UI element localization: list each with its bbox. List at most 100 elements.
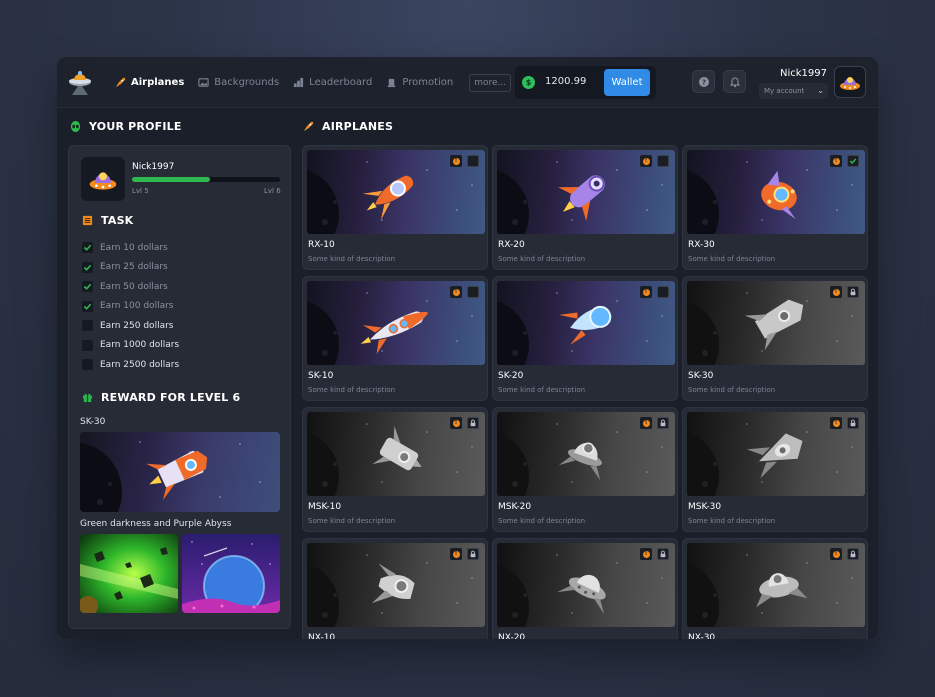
airplane-image: ! bbox=[307, 281, 485, 365]
airplane-card[interactable]: ! SK-20 Some kind of description bbox=[493, 277, 677, 400]
airplane-card[interactable]: ! SK-30 Some kind of description bbox=[683, 277, 867, 400]
task-item: Earn 25 dollars bbox=[82, 258, 179, 278]
airplane-name: NX-20 bbox=[498, 633, 526, 639]
account-dropdown-label: My account bbox=[764, 87, 805, 95]
airplane-name: MSK-10 bbox=[308, 502, 342, 512]
task-label: Earn 10 dollars bbox=[100, 242, 168, 253]
profile-title: YOUR PROFILE bbox=[89, 120, 182, 133]
lock-icon[interactable] bbox=[847, 286, 859, 298]
airplane-description: Some kind of description bbox=[498, 386, 586, 394]
airplane-card[interactable]: !NX-30Some kind of description bbox=[683, 539, 867, 639]
task-item: Earn 1000 dollars bbox=[82, 336, 179, 356]
airplane-description: Some kind of description bbox=[498, 255, 586, 263]
level-progress-fill bbox=[132, 177, 211, 182]
level-next: Lvl 6 bbox=[264, 187, 281, 195]
info-icon[interactable]: ! bbox=[450, 417, 462, 429]
checked-checkbox-icon bbox=[82, 300, 93, 312]
select-checkbox[interactable] bbox=[467, 286, 479, 298]
airplane-card[interactable]: ! RX-10 Some kind of description bbox=[303, 146, 487, 269]
chevron-down-icon: ⌄ bbox=[817, 86, 824, 95]
level-progress-bar bbox=[132, 177, 280, 182]
task-item: Earn 10 dollars bbox=[82, 238, 179, 258]
info-icon[interactable]: ! bbox=[830, 548, 842, 560]
lock-icon[interactable] bbox=[847, 548, 859, 560]
info-icon[interactable]: ! bbox=[640, 548, 652, 560]
airplane-image: ! bbox=[497, 543, 675, 627]
info-icon[interactable]: ! bbox=[830, 286, 842, 298]
avatar[interactable] bbox=[834, 66, 866, 98]
info-icon[interactable]: ! bbox=[450, 548, 462, 560]
checked-checkbox-icon bbox=[82, 261, 93, 273]
task-item: Earn 2500 dollars bbox=[82, 355, 179, 375]
nav-airplanes[interactable]: Airplanes bbox=[115, 77, 184, 88]
bell-icon bbox=[729, 77, 740, 87]
task-section-title: TASK bbox=[82, 214, 133, 227]
airplane-name: NX-10 bbox=[308, 633, 336, 639]
airplane-description: Some kind of description bbox=[498, 517, 586, 525]
info-icon[interactable]: ! bbox=[830, 417, 842, 429]
info-icon[interactable]: ! bbox=[640, 286, 652, 298]
rocket-icon bbox=[303, 121, 314, 132]
nav-airplanes-label: Airplanes bbox=[131, 77, 185, 88]
info-icon[interactable]: ! bbox=[450, 286, 462, 298]
select-checkbox[interactable] bbox=[657, 286, 669, 298]
info-icon[interactable]: ! bbox=[640, 417, 652, 429]
airplane-name: SK-10 bbox=[308, 371, 334, 381]
lock-icon[interactable] bbox=[657, 417, 669, 429]
airplane-grid: ! RX-10 Some kind of description! RX-20 Some… bbox=[302, 145, 868, 639]
ufo-logo-icon[interactable] bbox=[68, 69, 92, 95]
task-title: TASK bbox=[101, 214, 134, 227]
airplane-card[interactable]: ! RX-20 Some kind of description bbox=[493, 146, 677, 269]
selected-check-icon[interactable] bbox=[847, 155, 859, 167]
airplane-image: ! bbox=[687, 281, 865, 365]
info-icon[interactable]: ! bbox=[830, 155, 842, 167]
more-button[interactable]: more... bbox=[469, 73, 512, 92]
task-label: Earn 50 dollars bbox=[100, 281, 168, 292]
checked-checkbox-icon bbox=[82, 281, 93, 293]
airplane-card[interactable]: ! MSK-30 Some kind of description bbox=[683, 408, 867, 531]
reward-airplane-name: SK-30 bbox=[80, 417, 106, 427]
profile-username: Nick1997 bbox=[132, 162, 175, 172]
airplane-image: ! bbox=[687, 543, 865, 627]
help-button[interactable]: ? bbox=[692, 70, 715, 93]
airplane-card[interactable]: ! MSK-20 Some kind of description bbox=[493, 408, 677, 531]
nav-promotion[interactable]: Promotion bbox=[386, 77, 453, 88]
select-checkbox[interactable] bbox=[657, 155, 669, 167]
info-icon[interactable]: ! bbox=[640, 155, 652, 167]
airplane-image: ! bbox=[307, 412, 485, 496]
alien-ship-icon bbox=[840, 77, 860, 90]
lock-icon[interactable] bbox=[847, 417, 859, 429]
lock-icon[interactable] bbox=[657, 548, 669, 560]
airplane-card[interactable]: ! MSK-10 Some kind of description bbox=[303, 408, 487, 531]
megaphone-icon bbox=[388, 78, 396, 88]
nav-backgrounds[interactable]: Backgrounds bbox=[198, 77, 279, 88]
nav-leaderboard[interactable]: Leaderboard bbox=[293, 77, 372, 88]
notifications-button[interactable] bbox=[723, 70, 746, 93]
airplane-card[interactable]: ! RX-30 Some kind of description bbox=[683, 146, 867, 269]
task-list-icon bbox=[82, 215, 93, 226]
airplane-image: ! bbox=[307, 150, 485, 234]
airplane-name: SK-30 bbox=[688, 371, 714, 381]
dollar-coin-icon: $ bbox=[522, 76, 535, 89]
wallet-button[interactable]: Wallet bbox=[604, 69, 650, 96]
task-label: Earn 2500 dollars bbox=[100, 359, 180, 370]
background-green-darkness bbox=[80, 534, 178, 613]
airplane-description: Some kind of description bbox=[308, 517, 396, 525]
airplane-card[interactable]: !NX-10Some kind of description bbox=[303, 539, 487, 639]
reward-title: REWARD FOR LEVEL 6 bbox=[101, 391, 241, 404]
account-dropdown[interactable]: My account ⌄ bbox=[759, 83, 828, 99]
airplane-name: NX-30 bbox=[688, 633, 716, 639]
info-icon[interactable]: ! bbox=[450, 155, 462, 167]
lock-icon[interactable] bbox=[467, 417, 479, 429]
airplane-name: RX-30 bbox=[688, 240, 715, 250]
airplane-card[interactable]: ! SK-10 Some kind of description bbox=[303, 277, 487, 400]
balance-value: 1200.99 bbox=[545, 76, 587, 87]
select-checkbox[interactable] bbox=[467, 155, 479, 167]
airplane-card[interactable]: !NX-20Some kind of description bbox=[493, 539, 677, 639]
reward-backgrounds-title: Green darkness and Purple Abyss bbox=[80, 519, 232, 529]
help-icon: ? bbox=[698, 76, 709, 87]
nav-leaderboard-label: Leaderboard bbox=[309, 77, 373, 88]
lock-icon[interactable] bbox=[467, 548, 479, 560]
unchecked-checkbox-icon bbox=[82, 320, 93, 332]
airplane-description: Some kind of description bbox=[688, 386, 776, 394]
